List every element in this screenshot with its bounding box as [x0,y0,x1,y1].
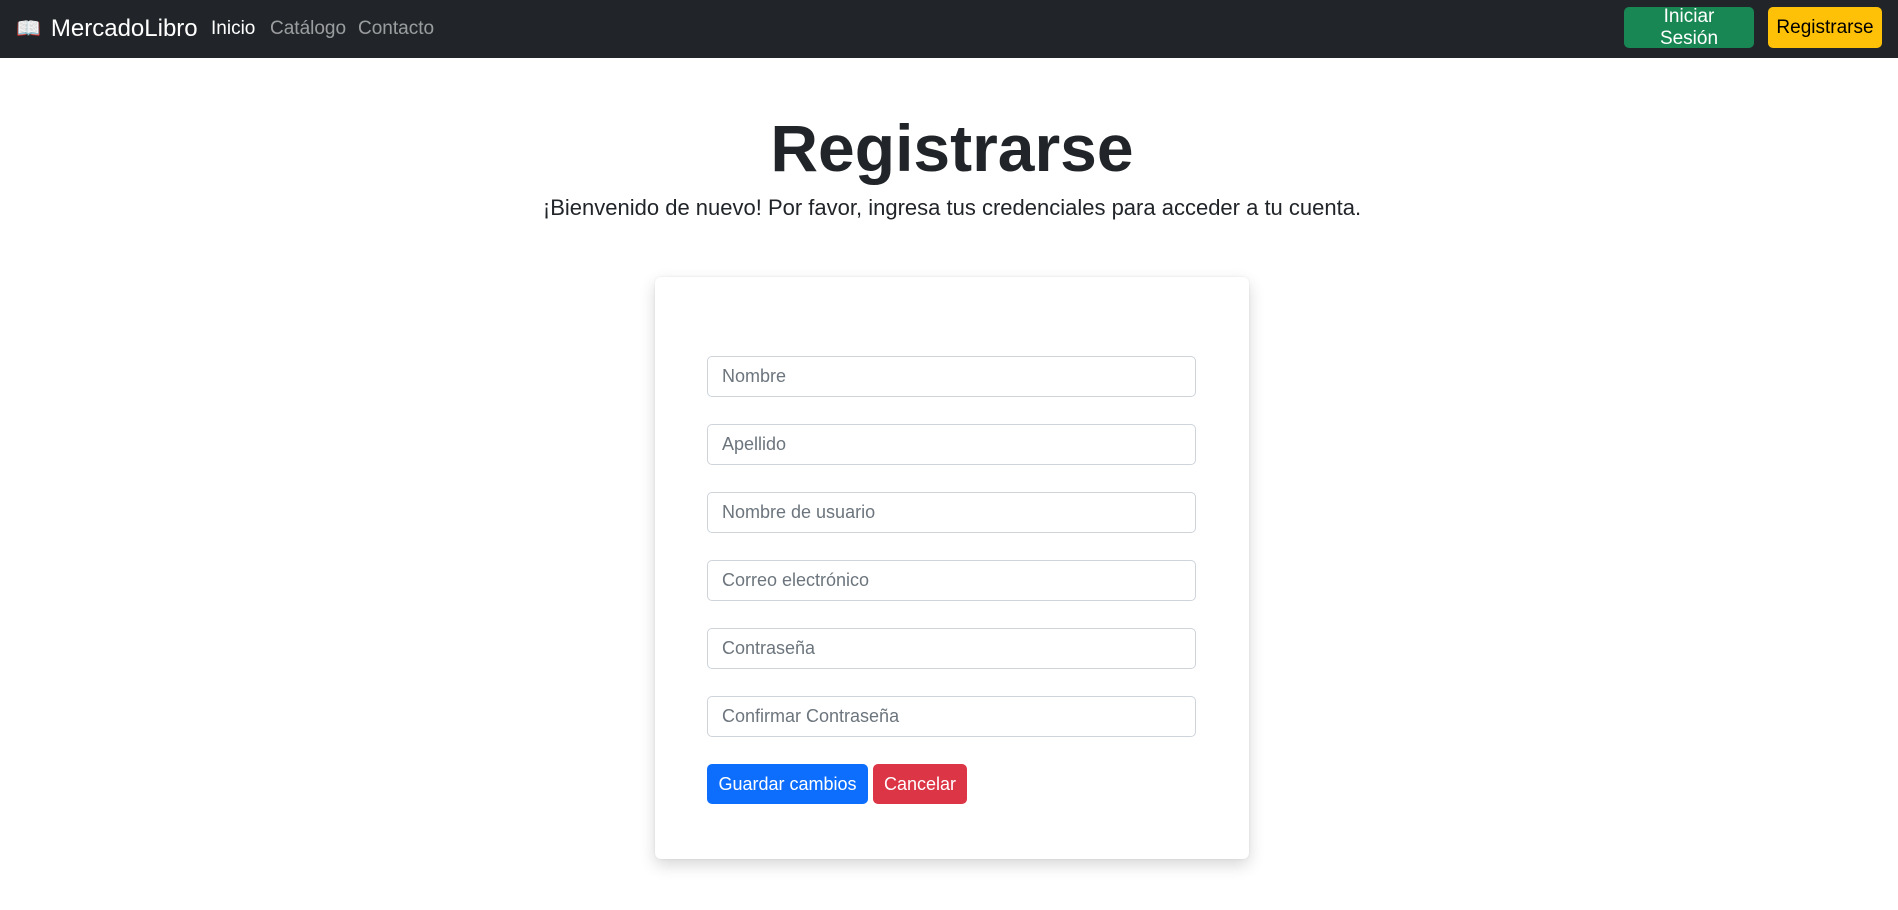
save-button[interactable]: Guardar cambios [707,764,868,804]
password-field[interactable] [707,628,1196,669]
username-field[interactable] [707,492,1196,533]
page-title: Registrarse [770,111,1134,185]
email-field[interactable] [707,560,1196,601]
first-name-field[interactable] [707,356,1196,397]
login-button[interactable]: Iniciar Sesión [1624,6,1754,49]
register-button[interactable]: Registrarse [1768,7,1882,48]
brand-name: MercadoLibro [50,15,198,42]
confirm-password-field[interactable] [707,696,1196,737]
last-name-field[interactable] [707,424,1196,465]
top-navbar: 📖 MercadoLibro Inicio Catálogo Contacto … [0,0,1898,58]
page-subtitle: ¡Bienvenido de nuevo! Por favor, ingresa… [542,195,1362,220]
open-book-icon: 📖 [16,18,41,40]
cancel-button[interactable]: Cancelar [873,764,967,804]
nav-link-catalogo[interactable]: Catálogo [270,0,346,58]
register-form-card: Guardar cambios Cancelar [655,277,1249,859]
nav-link-contacto[interactable]: Contacto [358,0,434,58]
nav-link-inicio[interactable]: Inicio [211,0,255,58]
brand-link[interactable]: 📖 MercadoLibro [16,0,198,58]
